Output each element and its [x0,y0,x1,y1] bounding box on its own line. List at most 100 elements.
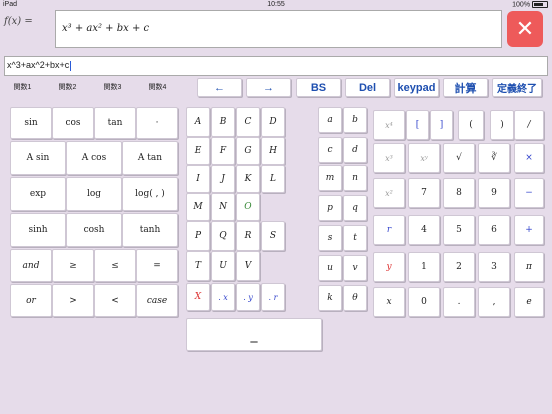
key-0[interactable]: 0 [408,287,440,317]
key-a[interactable]: a [318,107,342,133]
key-E[interactable]: E [186,137,210,165]
key-greater[interactable]: > [52,284,94,317]
key-tanh[interactable]: tanh [122,213,178,247]
key-log-base[interactable]: log( , ) [122,177,178,211]
key-sqrt[interactable]: √ [443,143,475,173]
formula-input[interactable]: x^3+ax^2+bx+c [4,56,548,76]
key-c[interactable]: c [318,137,342,163]
key-X[interactable]: X [186,283,210,311]
key-equal[interactable]: = [136,249,178,282]
key-1[interactable]: 1 [408,252,440,282]
key-tan[interactable]: tan [94,107,136,139]
tab-function-4[interactable]: 関数4 [135,80,180,93]
key-L[interactable]: L [261,165,285,193]
key-G[interactable]: G [236,137,260,165]
key-d[interactable]: d [343,137,367,163]
key-J[interactable]: J [211,165,235,193]
key-pi[interactable]: π [514,252,544,282]
key-M[interactable]: M [186,193,210,221]
key-Q[interactable]: Q [211,221,235,251]
key-less-equal[interactable]: ≤ [94,249,136,282]
key-and[interactable]: and [10,249,52,282]
key-2[interactable]: 2 [443,252,475,282]
tab-function-1[interactable]: 関数1 [0,80,45,93]
key-plus[interactable]: + [514,215,544,245]
key-close-paren[interactable]: ) [490,110,514,140]
key-cbrt[interactable]: ∛ [478,143,510,173]
key-H[interactable]: H [261,137,285,165]
key-v[interactable]: v [343,255,367,281]
calculate-button[interactable]: 計算 [443,78,488,97]
key-x3[interactable]: x³ [373,143,405,173]
key-P[interactable]: P [186,221,210,251]
key-atan[interactable]: A tan [122,141,178,175]
key-8[interactable]: 8 [443,178,475,208]
backspace-button[interactable]: BS [296,78,341,97]
key-B[interactable]: B [211,107,235,137]
key-xy[interactable]: xʸ [408,143,440,173]
key-r[interactable]: r [373,215,405,245]
key-open-bracket[interactable]: [ [406,110,429,140]
key-cos[interactable]: cos [52,107,94,139]
key-4[interactable]: 4 [408,215,440,245]
key-3[interactable]: 3 [478,252,510,282]
key-cosh[interactable]: cosh [66,213,122,247]
key-t[interactable]: t [343,225,367,251]
key-theta[interactable]: θ [343,285,367,311]
key-n[interactable]: n [343,165,367,191]
key-multiply[interactable]: × [514,143,544,173]
key-I[interactable]: I [186,165,210,193]
key-greater-equal[interactable]: ≥ [52,249,94,282]
key-case[interactable]: case [136,284,178,317]
key-7[interactable]: 7 [408,178,440,208]
key-divide[interactable]: / [514,110,544,140]
key-V[interactable]: V [236,251,260,281]
key-sin[interactable]: sin [10,107,52,139]
key-log[interactable]: log [66,177,122,211]
key-x2[interactable]: x² [373,178,405,208]
key-m[interactable]: m [318,165,342,191]
key-K[interactable]: K [236,165,260,193]
close-button[interactable]: ✕ [507,11,543,47]
key-open-paren[interactable]: ( [458,110,484,140]
key-asin[interactable]: A sin [10,141,66,175]
key-less[interactable]: < [94,284,136,317]
cursor-right-button[interactable]: → [246,78,291,97]
key-acos[interactable]: A cos [66,141,122,175]
key-R[interactable]: R [236,221,260,251]
key-s[interactable]: s [318,225,342,251]
key-D[interactable]: D [261,107,285,137]
key-sinh[interactable]: sinh [10,213,66,247]
key-x[interactable]: x [373,287,405,317]
key-u[interactable]: u [318,255,342,281]
key-exp[interactable]: exp [10,177,66,211]
key-dot-y[interactable]: . y [236,283,260,311]
key-b[interactable]: b [343,107,367,133]
key-dot-x[interactable]: . x [211,283,235,311]
key-N[interactable]: N [211,193,235,221]
cursor-left-button[interactable]: ← [197,78,242,97]
key-e[interactable]: e [514,287,544,317]
key-or[interactable]: or [10,284,52,317]
key-decimal[interactable]: . [443,287,475,317]
key-T[interactable]: T [186,251,210,281]
key-6[interactable]: 6 [478,215,510,245]
delete-button[interactable]: Del [345,78,390,97]
key-U[interactable]: U [211,251,235,281]
key-9[interactable]: 9 [478,178,510,208]
key-close-bracket[interactable]: ] [430,110,453,140]
key-y[interactable]: y [373,252,405,282]
key-O[interactable]: O [236,193,260,221]
key-p[interactable]: p [318,195,342,221]
key-q[interactable]: q [343,195,367,221]
keypad-button[interactable]: keypad [394,78,439,97]
key-comma[interactable]: , [478,287,510,317]
finish-definition-button[interactable]: 定義終了 [492,78,542,97]
key-C[interactable]: C [236,107,260,137]
key-x4[interactable]: x⁴ [373,110,405,140]
key-minus[interactable]: − [514,178,544,208]
key-5[interactable]: 5 [443,215,475,245]
tab-function-2[interactable]: 関数2 [45,80,90,93]
key-dot[interactable]: · [136,107,178,139]
key-A[interactable]: A [186,107,210,137]
